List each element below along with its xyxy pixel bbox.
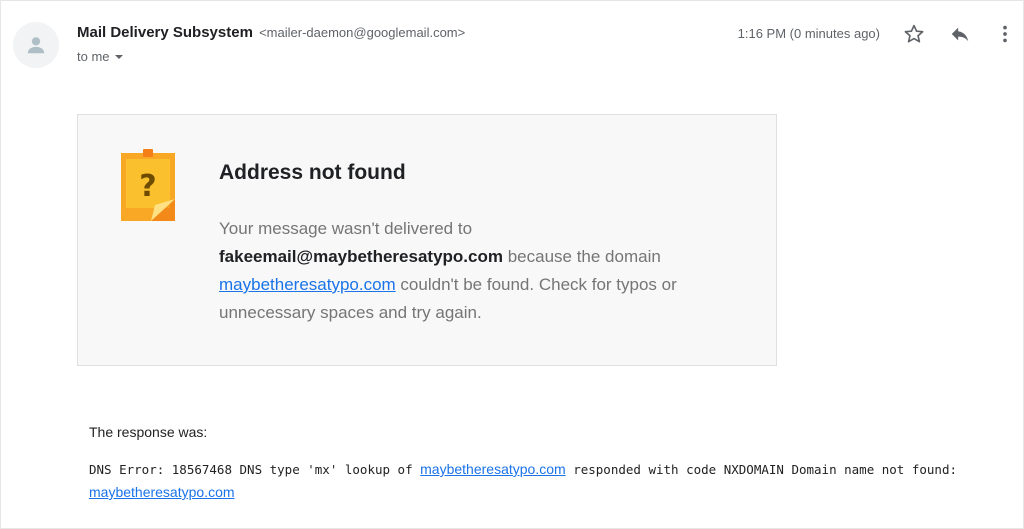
sender-email: <mailer-daemon@googlemail.com> — [259, 25, 466, 40]
response-domain-link-1[interactable]: maybetheresatypo.com — [420, 461, 566, 477]
more-vert-icon — [1003, 25, 1007, 43]
recipient-label: to me — [77, 49, 110, 64]
bounce-notice-card: ? Address not found Your message wasn't … — [77, 114, 777, 366]
notice-line1: Your message wasn't delivered to — [219, 219, 473, 238]
response-middle: responded with code NXDOMAIN Domain name… — [565, 462, 958, 477]
notice-middle: because the domain — [502, 247, 661, 266]
response-label: The response was: — [89, 424, 208, 440]
more-options-button[interactable] — [993, 22, 1017, 46]
caret-down-icon — [114, 54, 123, 59]
person-icon — [27, 37, 45, 54]
sender-avatar[interactable] — [13, 22, 59, 68]
notice-body: Your message wasn't delivered to fakeema… — [219, 215, 739, 327]
svg-text:?: ? — [139, 169, 156, 204]
recipient-address: fakeemail@maybetheresatypo.com — [219, 247, 503, 266]
message-timestamp: 1:16 PM (0 minutes ago) — [737, 26, 880, 41]
star-icon — [904, 24, 924, 43]
sender-line: Mail Delivery Subsystem <mailer-daemon@g… — [77, 24, 465, 41]
domain-link[interactable]: maybetheresatypo.com — [219, 275, 396, 294]
reply-button[interactable] — [948, 22, 972, 46]
response-details: DNS Error: 18567468 DNS type 'mx' lookup… — [89, 458, 979, 504]
sender-name[interactable]: Mail Delivery Subsystem — [77, 24, 253, 41]
question-note-icon: ? — [121, 149, 175, 221]
reply-icon — [951, 27, 969, 42]
recipient-toggle[interactable]: to me — [77, 49, 124, 64]
notice-title: Address not found — [219, 161, 406, 184]
response-domain-link-2[interactable]: maybetheresatypo.com — [89, 484, 235, 500]
star-button[interactable] — [902, 22, 926, 46]
response-prefix: DNS Error: 18567468 DNS type 'mx' lookup… — [89, 462, 421, 477]
